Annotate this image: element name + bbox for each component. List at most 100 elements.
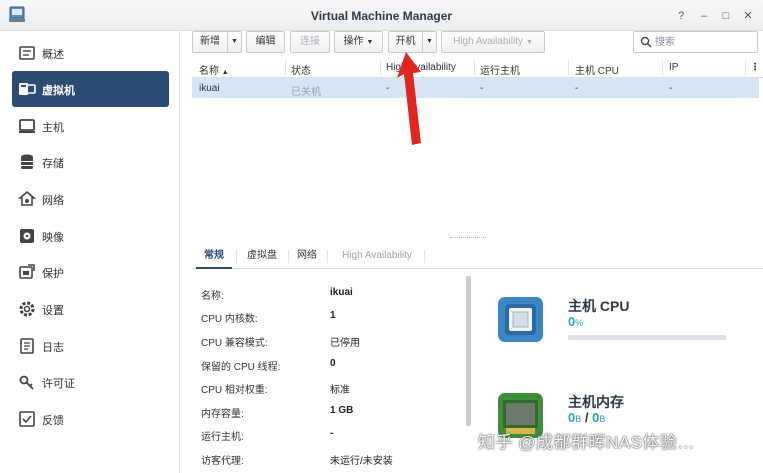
property-value: 已停用 bbox=[330, 338, 360, 349]
column-divider bbox=[745, 60, 746, 75]
license-icon bbox=[19, 375, 34, 390]
sidebar-item-protection[interactable]: 保护 bbox=[12, 254, 169, 290]
title-bar: Virtual Machine Manager ? – □ ✕ bbox=[0, 0, 763, 31]
sidebar-item-virtual-machine[interactable]: 虚拟机 bbox=[12, 71, 169, 107]
column-header-high-availability[interactable]: High Availability bbox=[386, 62, 456, 73]
tab-divider bbox=[327, 250, 328, 263]
connect-button[interactable]: 连接 bbox=[290, 31, 330, 53]
tab-network[interactable]: 网络 bbox=[292, 243, 322, 269]
panel-splitter-handle[interactable] bbox=[450, 237, 486, 240]
general-properties: 名称: ikuai CPU 内核数: 1 CPU 兼容模式: 已停用 保留的 C… bbox=[201, 278, 461, 473]
cell-name: ikuai bbox=[199, 83, 220, 94]
property-label: CPU 相对权重: bbox=[201, 385, 268, 396]
power-on-button[interactable]: 开机 bbox=[388, 31, 423, 53]
sidebar-item-label: 日志 bbox=[42, 342, 64, 354]
protection-icon bbox=[19, 264, 35, 279]
image-icon bbox=[20, 229, 34, 243]
column-header-running-host[interactable]: 运行主机 bbox=[480, 62, 520, 77]
tab-general[interactable]: 常规 bbox=[196, 243, 232, 269]
tab-divider bbox=[236, 250, 237, 263]
cell-high-availability: - bbox=[386, 83, 390, 94]
sidebar-item-label: 主机 bbox=[42, 122, 64, 134]
chevron-down-icon: ▼ bbox=[366, 39, 374, 46]
column-header-host-cpu[interactable]: 主机 CPU bbox=[575, 62, 619, 77]
action-label: 操作 bbox=[343, 36, 364, 47]
host-cpu-usage-bar bbox=[568, 335, 726, 340]
sidebar-item-label: 许可证 bbox=[42, 378, 75, 390]
tab-divider bbox=[288, 250, 289, 263]
column-menu-icon[interactable]: ⋮ bbox=[750, 62, 760, 73]
sidebar-item-label: 映像 bbox=[42, 232, 64, 244]
sidebar-item-image[interactable]: 映像 bbox=[12, 218, 169, 254]
property-value: 1 bbox=[330, 310, 336, 321]
toolbar: 新增 ▼ 编辑 连接 操作 ▼ 开机 ▼ High Availability ▼ bbox=[181, 31, 763, 57]
column-header-ip[interactable]: IP bbox=[669, 62, 678, 73]
sidebar-item-settings[interactable]: 设置 bbox=[12, 291, 169, 327]
create-button[interactable]: 新增 bbox=[192, 31, 228, 53]
sidebar-item-log[interactable]: 日志 bbox=[12, 328, 169, 364]
column-divider bbox=[662, 60, 663, 75]
cpu-chip-icon bbox=[498, 297, 543, 342]
property-value: 未运行/未安装 bbox=[330, 456, 393, 467]
watermark: 知乎 @成都群晖NAS体验… bbox=[478, 433, 695, 452]
high-availability-label: High Availability bbox=[453, 36, 523, 47]
create-dropdown-arrow[interactable]: ▼ bbox=[228, 31, 242, 53]
sidebar-item-host[interactable]: 主机 bbox=[12, 108, 169, 144]
host-memory-value: 0B / 0B bbox=[568, 410, 606, 425]
tab-divider bbox=[424, 250, 425, 263]
property-label: 内存容量: bbox=[201, 409, 244, 420]
property-value: - bbox=[330, 428, 334, 439]
property-label: CPU 兼容模式: bbox=[201, 338, 268, 349]
sidebar-item-overview[interactable]: 概述 bbox=[12, 35, 169, 71]
cell-host-cpu: - bbox=[575, 83, 579, 94]
action-button[interactable]: 操作 ▼ bbox=[334, 31, 383, 53]
power-on-dropdown-arrow[interactable]: ▼ bbox=[423, 31, 437, 53]
settings-icon bbox=[19, 301, 35, 317]
column-divider bbox=[380, 60, 381, 75]
search-field[interactable] bbox=[633, 31, 758, 53]
sidebar-item-label: 保护 bbox=[42, 268, 64, 280]
property-label: 名称: bbox=[201, 291, 224, 302]
network-icon bbox=[18, 190, 36, 206]
host-cpu-title: 主机 CPU bbox=[568, 298, 630, 314]
table-row[interactable]: ikuai 已关机 - - - - bbox=[192, 78, 759, 98]
sidebar: 概述 虚拟机 主机 存储 网络 映像 保护 设置 日志 许可证 反馈 bbox=[0, 31, 180, 473]
cell-status: 已关机 bbox=[291, 87, 321, 98]
property-value: 1 GB bbox=[330, 405, 354, 416]
host-icon bbox=[19, 119, 35, 133]
grid-header: 名称 ▲ 状态 High Availability 运行主机 主机 CPU IP… bbox=[192, 57, 763, 78]
property-value: 标准 bbox=[330, 385, 350, 396]
minimize-button[interactable]: – bbox=[697, 9, 711, 23]
properties-scrollbar[interactable] bbox=[466, 276, 471, 426]
vm-grid: 名称 ▲ 状态 High Availability 运行主机 主机 CPU IP… bbox=[192, 57, 763, 233]
sidebar-item-label: 概述 bbox=[42, 49, 64, 61]
sidebar-item-label: 网络 bbox=[42, 195, 64, 207]
host-cpu-value: 0% bbox=[568, 314, 584, 329]
feedback-icon bbox=[19, 411, 35, 427]
sidebar-item-label: 虚拟机 bbox=[42, 85, 75, 97]
chevron-down-icon: ▼ bbox=[525, 39, 533, 46]
close-button[interactable]: ✕ bbox=[741, 9, 755, 23]
column-divider bbox=[285, 60, 286, 75]
sidebar-item-license[interactable]: 许可证 bbox=[12, 364, 169, 400]
log-icon bbox=[20, 338, 34, 354]
property-value: ikuai bbox=[330, 287, 353, 298]
search-input[interactable] bbox=[655, 35, 753, 50]
sidebar-item-feedback[interactable]: 反馈 bbox=[12, 401, 169, 437]
column-header-status[interactable]: 状态 bbox=[291, 62, 311, 77]
tab-virtual-disk[interactable]: 虚拟盘 bbox=[240, 243, 284, 269]
maximize-button[interactable]: □ bbox=[719, 9, 733, 23]
column-divider bbox=[568, 60, 569, 75]
sidebar-item-label: 反馈 bbox=[42, 415, 64, 427]
sidebar-item-network[interactable]: 网络 bbox=[12, 181, 169, 217]
property-label: 访客代理: bbox=[201, 456, 244, 467]
help-button[interactable]: ? bbox=[674, 9, 688, 23]
sidebar-item-label: 存储 bbox=[42, 158, 64, 170]
high-availability-button[interactable]: High Availability ▼ bbox=[441, 31, 545, 53]
column-header-name[interactable]: 名称 ▲ bbox=[199, 62, 229, 77]
edit-button[interactable]: 编辑 bbox=[246, 31, 285, 53]
sidebar-item-storage[interactable]: 存储 bbox=[12, 144, 169, 180]
sort-ascending-icon: ▲ bbox=[221, 69, 229, 76]
tab-high-availability[interactable]: High Availability bbox=[332, 243, 422, 269]
property-label: 保留的 CPU 线程: bbox=[201, 362, 281, 373]
